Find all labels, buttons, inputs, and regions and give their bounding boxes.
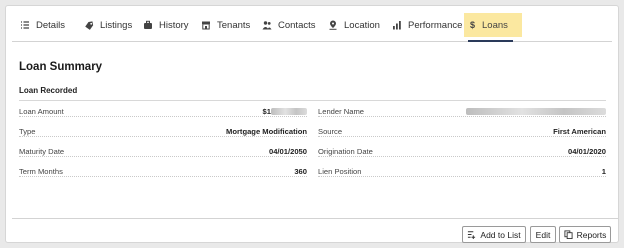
section-subtitle: Loan Recorded <box>19 86 78 95</box>
field-label: Term Months <box>19 166 67 176</box>
tab-history[interactable]: History <box>143 13 189 37</box>
field-label: Lender Name <box>318 106 369 116</box>
field-source: Source First American <box>318 124 606 138</box>
tab-details[interactable]: Details <box>20 13 65 37</box>
section-divider <box>19 100 606 101</box>
tab-location[interactable]: Location <box>328 13 380 37</box>
button-label: Add to List <box>480 229 521 240</box>
active-tab-underline <box>468 40 513 42</box>
field-term-months: Term Months 360 <box>19 164 307 178</box>
tag-icon <box>85 21 94 30</box>
tab-label: History <box>159 19 189 31</box>
field-value <box>462 106 606 116</box>
tab-loans[interactable]: $ Loans <box>464 13 522 37</box>
edit-button[interactable]: Edit <box>530 226 556 243</box>
field-value: First American <box>549 126 606 136</box>
add-to-list-button[interactable]: Add to List <box>462 226 526 243</box>
bar-chart-icon <box>393 21 401 30</box>
field-label: Origination Date <box>318 146 377 156</box>
dollar-icon: $ <box>470 20 476 30</box>
redacted-value <box>466 108 606 115</box>
tab-label: Details <box>36 19 66 31</box>
map-pin-icon <box>329 20 337 30</box>
field-value: Mortgage Modification <box>222 126 307 136</box>
briefcase-icon <box>144 20 152 29</box>
field-loan-amount: Loan Amount $1 <box>19 104 307 118</box>
list-icon <box>21 21 29 29</box>
tab-performance[interactable]: Performance <box>392 13 462 37</box>
field-label: Source <box>318 126 347 136</box>
field-value: 04/01/2050 <box>264 146 307 156</box>
reports-button[interactable]: Reports <box>559 226 611 243</box>
footer-divider <box>12 218 618 219</box>
field-type: Type Mortgage Modification <box>19 124 307 138</box>
field-maturity-date: Maturity Date 04/01/2050 <box>19 144 307 158</box>
loan-card: Details Listings History Tenants Contact… <box>5 5 619 243</box>
redacted-value <box>271 108 307 115</box>
add-list-icon <box>468 231 476 239</box>
tab-tenants[interactable]: Tenants <box>201 13 250 37</box>
people-icon <box>262 21 272 30</box>
field-value: $1 <box>258 106 307 116</box>
field-label: Maturity Date <box>19 146 69 156</box>
tab-label: Tenants <box>217 19 251 31</box>
field-lender-name: Lender Name <box>318 104 606 118</box>
field-label: Lien Position <box>318 166 366 176</box>
tab-bar: Details Listings History Tenants Contact… <box>12 10 612 42</box>
field-value: 04/01/2020 <box>563 146 606 156</box>
tab-label: Loans <box>482 19 508 31</box>
tab-label: Listings <box>100 19 133 31</box>
storefront-icon <box>202 21 210 30</box>
field-lien-position: Lien Position 1 <box>318 164 606 178</box>
button-label: Edit <box>535 229 551 240</box>
reports-icon <box>564 230 573 239</box>
field-label: Loan Amount <box>19 106 68 116</box>
tab-listings[interactable]: Listings <box>84 13 132 37</box>
tab-label: Contacts <box>278 19 316 31</box>
tab-label: Location <box>344 19 380 31</box>
section-title: Loan Summary <box>19 61 103 73</box>
tab-label: Performance <box>408 19 463 31</box>
button-label: Reports <box>576 229 607 240</box>
field-origination-date: Origination Date 04/01/2020 <box>318 144 606 158</box>
field-value: 360 <box>290 166 307 176</box>
tab-contacts[interactable]: Contacts <box>262 13 316 37</box>
field-label: Type <box>19 126 40 136</box>
field-value: 1 <box>597 166 606 176</box>
